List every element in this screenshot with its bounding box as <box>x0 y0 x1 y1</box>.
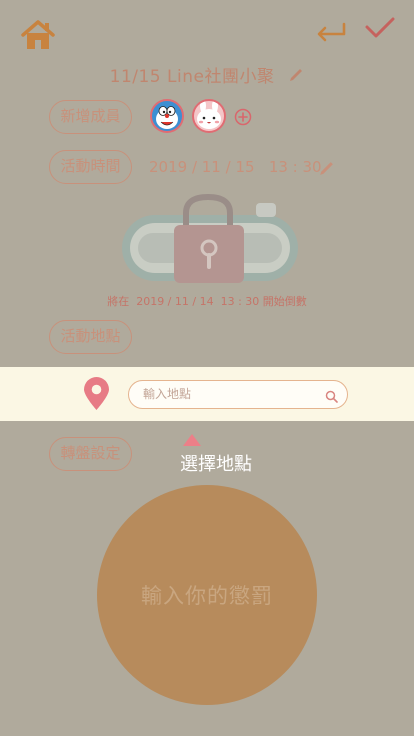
event-title[interactable]: 11/15 Line社團小聚 <box>0 62 414 87</box>
pencil-icon[interactable] <box>318 160 335 177</box>
countdown-text: 將在 2019 / 11 / 14 13 : 30 開始倒數 <box>107 295 307 308</box>
choose-location-hint: 選擇地點 <box>180 454 252 475</box>
wheel-settings-label[interactable]: 轉盤設定 <box>49 437 132 471</box>
event-datetime[interactable]: 2019 / 11 / 15 13 : 30 <box>149 158 322 176</box>
cony-avatar[interactable] <box>192 99 226 133</box>
pencil-icon[interactable] <box>288 67 304 83</box>
location-search-box[interactable] <box>128 380 348 409</box>
add-member-button[interactable]: 新增成員 <box>49 100 132 134</box>
return-arrow-icon[interactable] <box>314 20 348 46</box>
triangle-up-icon <box>182 432 202 446</box>
map-pin-icon <box>83 377 110 411</box>
lock-capsule-graphic <box>120 193 300 285</box>
home-icon[interactable] <box>20 18 56 52</box>
event-time-label[interactable]: 活動時間 <box>49 150 132 184</box>
search-icon[interactable] <box>325 388 338 403</box>
location-search-input[interactable] <box>143 381 318 407</box>
wheel-center-text: 輸入你的懲罰 <box>141 584 273 608</box>
checkmark-icon[interactable] <box>364 14 396 44</box>
plus-circle-icon[interactable] <box>234 108 252 126</box>
event-title-text: 11/15 Line社團小聚 <box>109 67 275 87</box>
event-location-label[interactable]: 活動地點 <box>49 320 132 354</box>
doraemon-avatar[interactable] <box>150 99 184 133</box>
punishment-wheel[interactable]: 輸入你的懲罰 <box>97 485 317 705</box>
